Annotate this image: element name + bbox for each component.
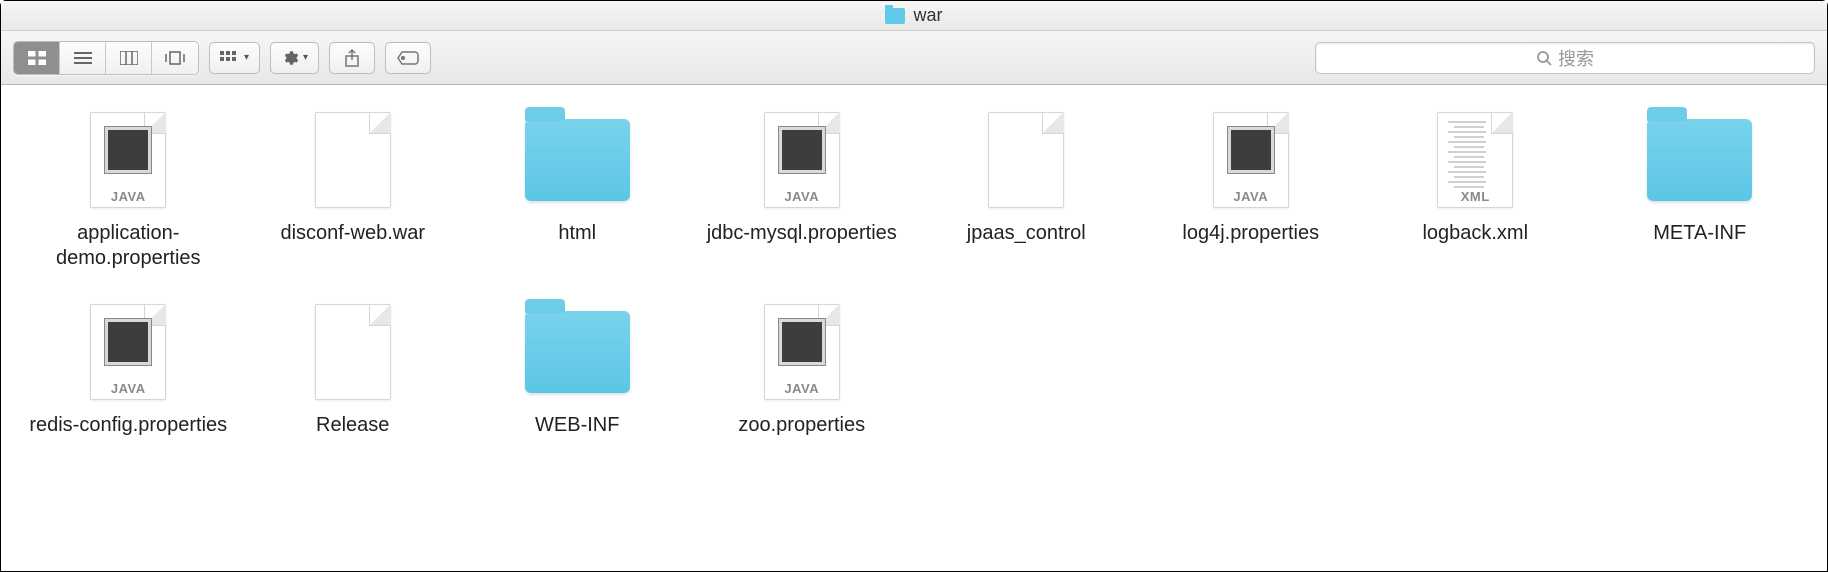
file-item[interactable]: disconf-web.war bbox=[246, 101, 461, 275]
gear-icon bbox=[281, 49, 299, 67]
file-item[interactable]: jpaas_control bbox=[919, 101, 1134, 275]
toolbar: ▾ ▾ 搜索 bbox=[1, 31, 1827, 85]
file-icon bbox=[988, 112, 1064, 208]
tags-button[interactable] bbox=[385, 42, 431, 74]
view-mode-group bbox=[13, 41, 199, 75]
window-title: war bbox=[913, 5, 942, 26]
java-file-icon: JAVA bbox=[764, 112, 840, 208]
search-input[interactable]: 搜索 bbox=[1315, 42, 1815, 74]
file-label: zoo.properties bbox=[738, 413, 865, 438]
columns-icon bbox=[120, 51, 138, 65]
file-item[interactable]: WEB-INF bbox=[470, 293, 685, 442]
icon-view-button[interactable] bbox=[14, 42, 60, 74]
grid-icon bbox=[28, 51, 46, 65]
file-label: logback.xml bbox=[1422, 221, 1528, 246]
arrange-icon bbox=[220, 51, 240, 65]
share-button[interactable] bbox=[329, 42, 375, 74]
file-label: META-INF bbox=[1653, 221, 1746, 246]
file-label: jdbc-mysql.properties bbox=[707, 221, 897, 246]
folder-icon bbox=[525, 119, 630, 201]
list-icon bbox=[74, 51, 92, 65]
file-icon bbox=[315, 112, 391, 208]
file-item[interactable]: JAVA log4j.properties bbox=[1144, 101, 1359, 275]
share-icon bbox=[344, 49, 360, 67]
chevron-down-icon: ▾ bbox=[303, 52, 308, 63]
file-grid: JAVA application-demo.properties disconf-w… bbox=[1, 85, 1827, 458]
file-item[interactable]: JAVA jdbc-mysql.properties bbox=[695, 101, 910, 275]
file-label: Release bbox=[316, 413, 389, 438]
java-file-icon: JAVA bbox=[90, 112, 166, 208]
search-placeholder: 搜索 bbox=[1558, 45, 1594, 71]
file-label: jpaas_control bbox=[967, 221, 1086, 246]
folder-icon bbox=[525, 311, 630, 393]
file-label: application-demo.properties bbox=[28, 221, 228, 271]
action-button[interactable]: ▾ bbox=[270, 42, 319, 74]
chevron-down-icon: ▾ bbox=[244, 52, 249, 63]
file-item[interactable]: JAVA application-demo.properties bbox=[21, 101, 236, 275]
java-file-icon: JAVA bbox=[764, 304, 840, 400]
titlebar: war bbox=[1, 1, 1827, 31]
file-item[interactable]: META-INF bbox=[1593, 101, 1808, 275]
file-label: redis-config.properties bbox=[29, 413, 227, 438]
search-icon bbox=[1536, 50, 1552, 66]
java-file-icon: JAVA bbox=[90, 304, 166, 400]
xml-file-icon: XML bbox=[1437, 112, 1513, 208]
file-item[interactable]: JAVA zoo.properties bbox=[695, 293, 910, 442]
file-item[interactable]: html bbox=[470, 101, 685, 275]
gallery-icon bbox=[164, 51, 186, 65]
file-label: log4j.properties bbox=[1182, 221, 1319, 246]
file-item[interactable]: JAVA redis-config.properties bbox=[21, 293, 236, 442]
file-item[interactable]: XML logback.xml bbox=[1368, 101, 1583, 275]
file-label: WEB-INF bbox=[535, 413, 619, 438]
arrange-button[interactable]: ▾ bbox=[209, 42, 260, 74]
folder-icon bbox=[1647, 119, 1752, 201]
tag-icon bbox=[397, 51, 419, 65]
file-label: disconf-web.war bbox=[280, 221, 425, 246]
coverflow-view-button[interactable] bbox=[152, 42, 198, 74]
list-view-button[interactable] bbox=[60, 42, 106, 74]
file-item[interactable]: Release bbox=[246, 293, 461, 442]
folder-icon bbox=[885, 8, 905, 24]
file-icon bbox=[315, 304, 391, 400]
column-view-button[interactable] bbox=[106, 42, 152, 74]
java-file-icon: JAVA bbox=[1213, 112, 1289, 208]
file-label: html bbox=[558, 221, 596, 246]
